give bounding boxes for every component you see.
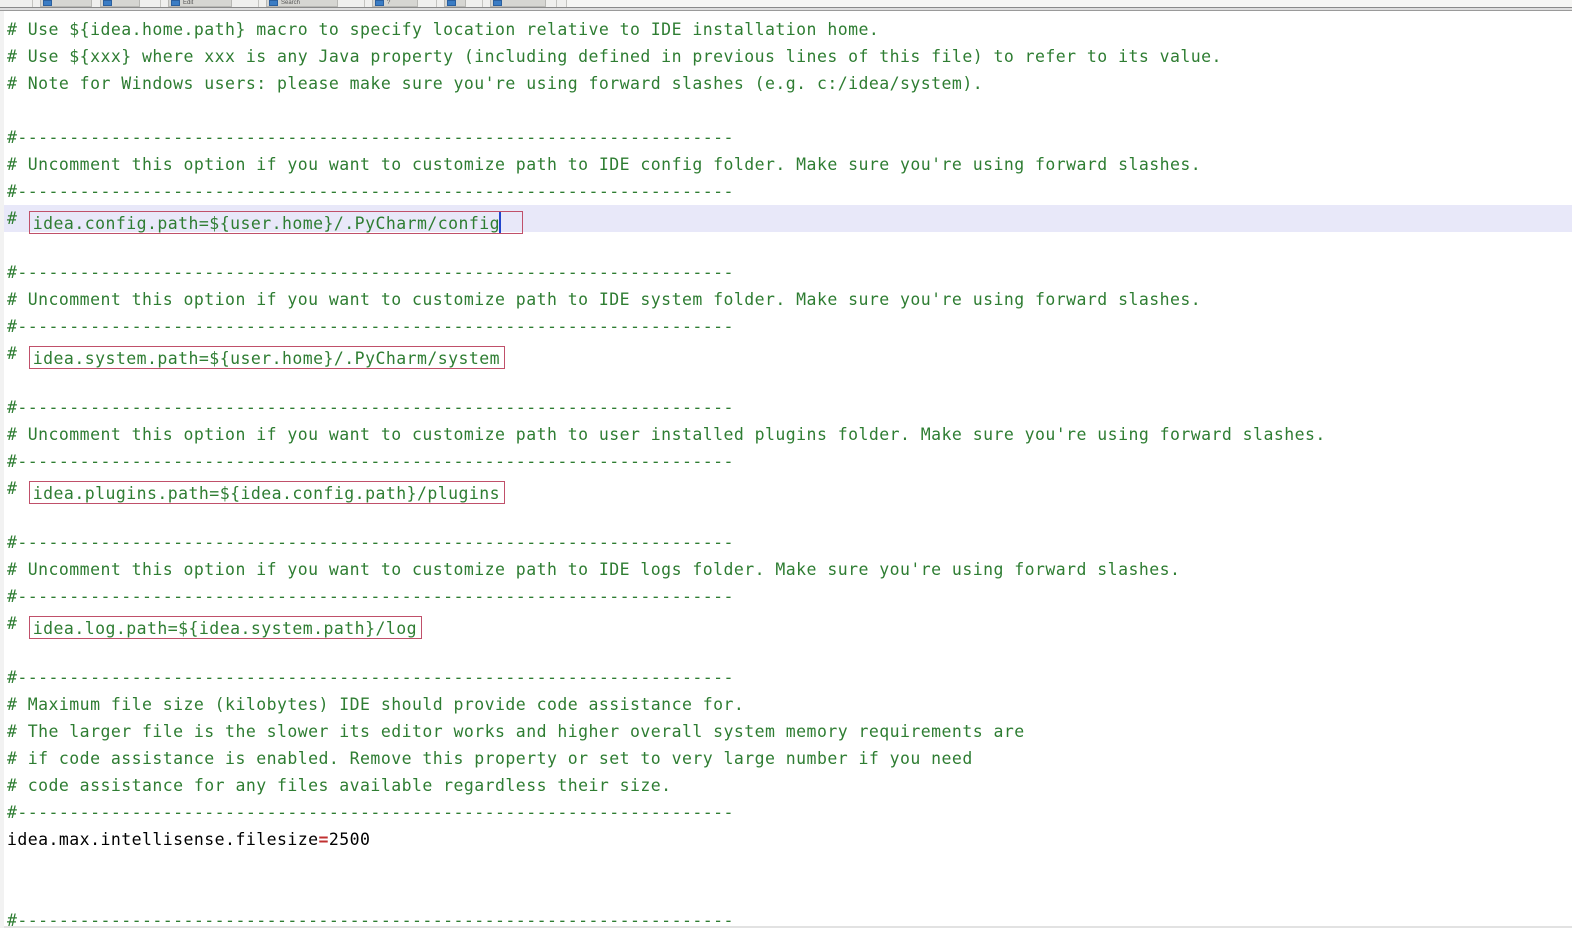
comment-hash: #: [7, 479, 28, 498]
highlighted-property-box[interactable]: idea.plugins.path=${idea.config.path}/pl…: [28, 481, 506, 504]
editor-line-property[interactable]: idea.max.intellisense.filesize=2500: [4, 826, 1572, 853]
editor-line-comment[interactable]: #---------------------------------------…: [4, 313, 1572, 340]
editor-line-comment[interactable]: # Uncomment this option if you want to c…: [4, 151, 1572, 178]
editor-line-comment[interactable]: #---------------------------------------…: [4, 448, 1572, 475]
editor-line-comment[interactable]: # code assistance for any files availabl…: [4, 772, 1572, 799]
editor-line-blank[interactable]: [4, 853, 1572, 880]
text-caret: [499, 212, 502, 233]
toolbar-separator-3: [364, 0, 365, 7]
comment-hash: #: [7, 344, 28, 363]
editor-line-comment[interactable]: #---------------------------------------…: [4, 259, 1572, 286]
property-key: idea.max.intellisense.filesize: [7, 830, 319, 849]
comment-text: # Maximum file size (kilobytes) IDE shou…: [7, 695, 745, 714]
toolbar-separator-6: [556, 0, 557, 7]
comment-text: # The larger file is the slower its edit…: [7, 722, 1025, 741]
comment-text: # Use ${xxx} where xxx is any Java prope…: [7, 47, 1222, 66]
comment-text: # Note for Windows users: please make su…: [7, 74, 984, 93]
editor-line-comment[interactable]: #---------------------------------------…: [4, 799, 1572, 826]
toolbar-icon: [493, 0, 502, 6]
editor-line-blank[interactable]: [4, 502, 1572, 529]
comment-text: # Uncomment this option if you want to c…: [7, 425, 1326, 444]
editor-line-blank[interactable]: [4, 880, 1572, 907]
property-equals: =: [318, 830, 329, 849]
editor-line-comment[interactable]: #---------------------------------------…: [4, 529, 1572, 556]
comment-text: # code assistance for any files availabl…: [7, 776, 672, 795]
toolbar-overflow-pane: [566, 0, 1572, 7]
editor-line-comment[interactable]: # Uncomment this option if you want to c…: [4, 556, 1572, 583]
toolbar-label: Edit: [183, 0, 194, 6]
editor-line-comment[interactable]: # Use ${idea.home.path} macro to specify…: [4, 16, 1572, 43]
comment-text: #---------------------------------------…: [7, 533, 734, 552]
editor-line-comment[interactable]: # Maximum file size (kilobytes) IDE shou…: [4, 691, 1572, 718]
comment-text: #---------------------------------------…: [7, 587, 734, 606]
comment-text: #---------------------------------------…: [7, 668, 734, 687]
comment-text: #---------------------------------------…: [7, 452, 734, 471]
toolbar-separator-2: [258, 0, 259, 7]
editor-line-blank[interactable]: [4, 232, 1572, 259]
editor-line-highlighted[interactable]: # idea.plugins.path=${idea.config.path}/…: [4, 475, 1572, 504]
toolbar-separator-5: [482, 0, 483, 7]
editor-bottom-edge: [4, 926, 1572, 928]
comment-text: #---------------------------------------…: [7, 803, 734, 822]
editor-line-blank[interactable]: [4, 367, 1572, 394]
editor-line-highlighted[interactable]: # idea.system.path=${user.home}/.PyCharm…: [4, 340, 1572, 369]
comment-text: # Uncomment this option if you want to c…: [7, 155, 1202, 174]
editor-line-comment[interactable]: # if code assistance is enabled. Remove …: [4, 745, 1572, 772]
editor-line-comment[interactable]: # Use ${xxx} where xxx is any Java prope…: [4, 43, 1572, 70]
editor-line-comment[interactable]: #---------------------------------------…: [4, 907, 1572, 928]
comment-text: #---------------------------------------…: [7, 398, 734, 417]
toolbar-separator-4: [436, 0, 437, 7]
editor-line-highlighted-current[interactable]: # idea.config.path=${user.home}/.PyCharm…: [4, 205, 1572, 234]
comment-text: #---------------------------------------…: [7, 317, 734, 336]
property-value: 2500: [328, 830, 371, 849]
editor-line-blank[interactable]: [4, 97, 1572, 124]
editor-line-blank[interactable]: [4, 637, 1572, 664]
comment-text: # Uncomment this option if you want to c…: [7, 560, 1181, 579]
comment-text: # if code assistance is enabled. Remove …: [7, 749, 973, 768]
comment-hash: #: [7, 614, 28, 633]
highlighted-property-box[interactable]: idea.log.path=${idea.system.path}/log: [28, 616, 422, 639]
comment-text: #---------------------------------------…: [7, 263, 734, 282]
comment-text: #---------------------------------------…: [7, 128, 734, 147]
comment-text: #---------------------------------------…: [7, 182, 734, 201]
toolbar-label: Search: [281, 0, 301, 6]
text-editor-pane[interactable]: # Use ${idea.home.path} macro to specify…: [0, 11, 1572, 928]
editor-line-container: # Use ${idea.home.path} macro to specify…: [4, 16, 1572, 928]
toolbar-separator-1: [160, 0, 161, 7]
comment-text: # Use ${idea.home.path} macro to specify…: [7, 20, 880, 39]
toolbar-icon: [171, 0, 180, 6]
editor-line-comment[interactable]: #---------------------------------------…: [4, 394, 1572, 421]
highlighted-property-text: idea.plugins.path=${idea.config.path}/pl…: [32, 484, 501, 503]
highlighted-property-text: idea.config.path=${user.home}/.PyCharm/c…: [32, 214, 501, 233]
editor-line-comment[interactable]: #---------------------------------------…: [4, 124, 1572, 151]
editor-line-comment[interactable]: #---------------------------------------…: [4, 583, 1572, 610]
editor-line-comment[interactable]: # Uncomment this option if you want to c…: [4, 286, 1572, 313]
highlighted-property-text: idea.system.path=${user.home}/.PyCharm/s…: [32, 349, 501, 368]
application-toolbar[interactable]: Edit Search?: [0, 0, 1572, 8]
highlighted-property-text: idea.log.path=${idea.system.path}/log: [32, 619, 417, 638]
highlighted-property-box[interactable]: idea.config.path=${user.home}/.PyCharm/c…: [28, 211, 524, 234]
editor-line-comment[interactable]: #---------------------------------------…: [4, 178, 1572, 205]
editor-line-comment[interactable]: # Uncomment this option if you want to c…: [4, 421, 1572, 448]
toolbar-label: ?: [387, 0, 391, 6]
toolbar-icon: [447, 0, 456, 6]
highlighted-property-box[interactable]: idea.system.path=${user.home}/.PyCharm/s…: [28, 346, 506, 369]
toolbar-icon: [375, 0, 384, 6]
editor-line-comment[interactable]: # The larger file is the slower its edit…: [4, 718, 1572, 745]
editor-line-comment[interactable]: # Note for Windows users: please make su…: [4, 70, 1572, 97]
editor-line-highlighted[interactable]: # idea.log.path=${idea.system.path}/log: [4, 610, 1572, 639]
toolbar-icon: [43, 0, 52, 6]
toolbar-icon: [269, 0, 278, 6]
toolbar-icon: [103, 0, 112, 6]
toolbar-separator-0: [32, 0, 33, 7]
editor-line-comment[interactable]: #---------------------------------------…: [4, 664, 1572, 691]
comment-text: # Uncomment this option if you want to c…: [7, 290, 1202, 309]
comment-hash: #: [7, 209, 28, 228]
